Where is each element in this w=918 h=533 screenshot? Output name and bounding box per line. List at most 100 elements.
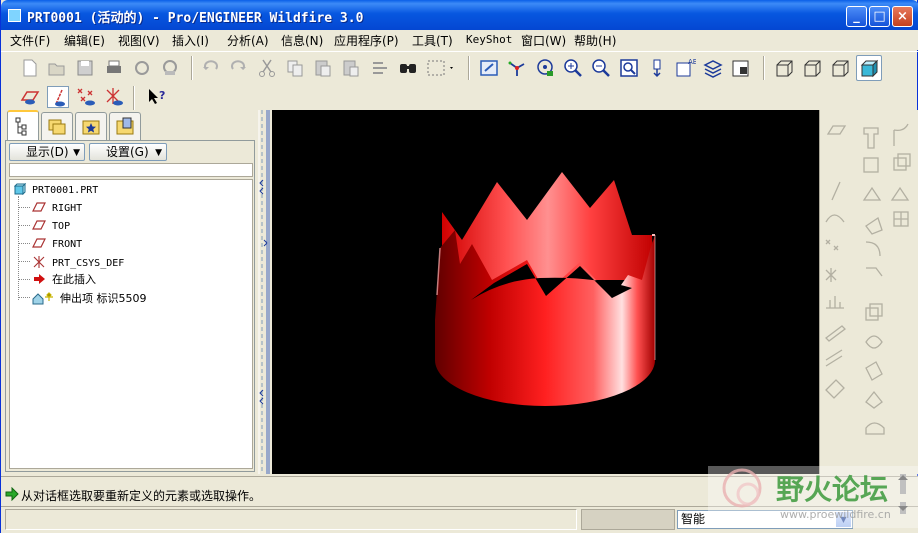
graphics-window[interactable]	[272, 110, 819, 474]
protrusion-icon	[32, 292, 53, 305]
datum-display-toolbar: ?	[1, 84, 918, 112]
revolve-icon	[893, 123, 909, 146]
feature-toolbar-right	[819, 110, 918, 474]
email-icon[interactable]	[159, 57, 181, 79]
tree-item-label: 伸出项 标识5509	[60, 292, 147, 305]
maximize-button[interactable]: □	[869, 6, 890, 27]
reorient-icon[interactable]	[646, 57, 668, 79]
menu-help[interactable]: 帮助(H)	[574, 32, 616, 49]
favorites-tab[interactable]	[75, 112, 107, 140]
zoom-out-icon[interactable]	[590, 57, 612, 79]
new-icon[interactable]	[19, 57, 41, 79]
datum-point-display-icon[interactable]	[75, 86, 97, 108]
view-manager-icon[interactable]	[730, 57, 752, 79]
csys-display-icon[interactable]	[103, 86, 125, 108]
send-icon[interactable]	[131, 57, 153, 79]
sweep-icon	[863, 157, 879, 173]
tree-item-front[interactable]: FRONT	[32, 237, 82, 251]
datum-plane-icon	[32, 220, 46, 230]
insert-here-arrow-icon	[34, 274, 45, 284]
shading-icon[interactable]	[856, 55, 882, 81]
settings-dropdown[interactable]: 设置(G) ▼	[89, 143, 167, 161]
tree-item-insert-here[interactable]: 在此插入	[32, 273, 96, 287]
view-list-icon[interactable]: AB	[674, 57, 698, 79]
regenerate-icon[interactable]	[369, 57, 391, 79]
menu-window[interactable]: 窗口(W)	[521, 32, 566, 49]
tree-item-label: PRT_CSYS_DEF	[52, 258, 125, 269]
menu-analysis[interactable]: 分析(A)	[227, 32, 269, 49]
close-button[interactable]: ×	[892, 6, 913, 27]
offset-icon	[865, 422, 885, 435]
tree-item-csys[interactable]: PRT_CSYS_DEF	[32, 255, 124, 269]
main-toolbar: AB	[1, 51, 918, 84]
menu-bar: 文件(F) 编辑(E) 视图(V) 插入(I) 分析(A) 信息(N) 应用程序…	[1, 30, 918, 50]
thicken-icon	[825, 349, 843, 367]
no-hidden-icon[interactable]	[829, 57, 851, 79]
pattern-icon	[865, 303, 883, 321]
open-icon[interactable]	[46, 57, 68, 79]
undo-icon[interactable]	[200, 57, 222, 79]
model-tree: PRT0001.PRT RIGHT TOP FRONT PRT_CSYS_DEF…	[9, 179, 253, 469]
menu-edit[interactable]: 编辑(E)	[64, 32, 105, 49]
print-icon[interactable]	[103, 57, 125, 79]
settings-dropdown-label: 设置(G)	[106, 145, 149, 159]
folder-browser-tab[interactable]	[41, 112, 73, 140]
tree-item-top[interactable]: TOP	[32, 219, 70, 233]
minimize-button[interactable]: _	[846, 6, 867, 27]
menu-info[interactable]: 信息(N)	[281, 32, 323, 49]
cut-icon[interactable]	[256, 57, 278, 79]
menu-applications[interactable]: 应用程序(P)	[334, 32, 399, 49]
hidden-line-icon[interactable]	[801, 57, 823, 79]
datum-plane-icon	[32, 202, 46, 212]
tree-item-label: PRT0001.PRT	[32, 185, 99, 196]
find-icon[interactable]	[397, 57, 419, 79]
message-text: 从对话框选取要重新定义的元素或选取操作。	[21, 489, 262, 503]
select-box-icon[interactable]	[425, 57, 455, 79]
context-help-icon[interactable]: ?	[146, 86, 168, 108]
copy-icon[interactable]	[284, 57, 306, 79]
orient-icon[interactable]	[534, 57, 556, 79]
paste-icon[interactable]	[312, 57, 334, 79]
menu-tools[interactable]: 工具(T)	[412, 32, 453, 49]
status-cell	[5, 509, 577, 530]
extrude-icon	[863, 127, 879, 149]
trim-icon	[865, 390, 883, 409]
menu-keyshot[interactable]: KeyShot	[466, 33, 512, 46]
refit-icon[interactable]	[618, 57, 640, 79]
connections-tab[interactable]	[109, 112, 141, 140]
paste-special-icon[interactable]	[340, 57, 362, 79]
layers-icon[interactable]	[702, 57, 724, 79]
wireframe-icon[interactable]	[773, 57, 795, 79]
menu-view[interactable]: 视图(V)	[118, 32, 160, 49]
datum-plane-tool-icon	[826, 125, 847, 135]
datum-plane-display-icon[interactable]	[19, 86, 41, 108]
title-bar[interactable]: PRT0001 (活动的) - Pro/ENGINEER Wildfire 3.…	[1, 0, 918, 30]
watermark-text: 野火论坛	[776, 473, 889, 506]
tree-item-protrusion[interactable]: 伸出项 标识5509	[32, 291, 147, 305]
model-tree-tab[interactable]	[7, 110, 39, 141]
crown-model	[435, 172, 656, 406]
analysis-tool-icon	[826, 296, 844, 309]
zoom-in-icon[interactable]	[562, 57, 584, 79]
selection-filter-value: 智能	[681, 512, 706, 526]
part-icon	[13, 182, 27, 196]
repaint-icon[interactable]	[478, 57, 500, 79]
tree-item-right[interactable]: RIGHT	[32, 201, 82, 215]
datum-point-tool-icon	[825, 239, 839, 251]
tree-item-label: 在此插入	[52, 273, 97, 286]
spin-center-icon[interactable]	[506, 57, 528, 79]
rib-icon	[865, 216, 883, 235]
menu-insert[interactable]: 插入(I)	[172, 32, 209, 49]
tree-filter-bar[interactable]	[9, 163, 253, 177]
tree-item-part[interactable]: PRT0001.PRT	[13, 182, 99, 197]
datum-axis-display-icon[interactable]	[47, 86, 69, 108]
part-app-icon	[8, 9, 21, 22]
panel-sash[interactable]	[257, 110, 271, 474]
show-dropdown[interactable]: 显示(D) ▼	[9, 143, 85, 161]
hole-icon	[862, 186, 882, 201]
watermark-url: www.proewildfire.cn	[780, 508, 891, 521]
chevron-down-icon: ▼	[73, 148, 80, 158]
save-icon[interactable]	[74, 57, 96, 79]
redo-icon[interactable]	[227, 57, 249, 79]
menu-file[interactable]: 文件(F)	[10, 32, 50, 49]
